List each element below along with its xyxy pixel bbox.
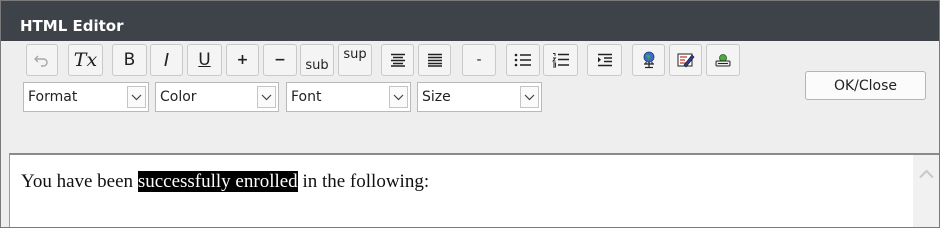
scroll-up-icon[interactable] xyxy=(919,169,934,179)
numbered-list-icon xyxy=(551,53,569,68)
horizontal-rule-button[interactable]: - xyxy=(462,44,496,76)
chevron-down-icon xyxy=(127,86,146,108)
dialog-title: HTML Editor xyxy=(20,17,124,35)
remove-link-button[interactable] xyxy=(706,44,740,76)
font-select[interactable]: Font xyxy=(286,82,411,112)
edit-link-button[interactable] xyxy=(669,44,702,76)
size-select-value: Size xyxy=(422,89,451,105)
bullet-list-button[interactable] xyxy=(506,44,540,76)
justify-button[interactable] xyxy=(418,44,451,76)
bold-button[interactable]: B xyxy=(112,44,147,76)
subscript-button[interactable]: sub xyxy=(300,44,334,76)
clear-format-button[interactable]: Tx xyxy=(68,44,103,76)
indent-button[interactable] xyxy=(587,44,622,76)
align-left-icon xyxy=(390,53,405,67)
title-bar: HTML Editor xyxy=(1,1,939,41)
globe-link-icon xyxy=(643,51,654,69)
selected-text: successfully enrolled xyxy=(137,171,298,192)
format-select[interactable]: Format xyxy=(23,82,149,112)
unlink-icon xyxy=(715,54,731,67)
format-select-value: Format xyxy=(28,89,78,105)
align-left-button[interactable] xyxy=(381,44,414,76)
content-text-after: in the following: xyxy=(297,171,430,192)
decrease-button[interactable]: − xyxy=(263,44,297,76)
justify-icon xyxy=(427,53,442,67)
undo-icon xyxy=(34,55,48,67)
chevron-down-icon xyxy=(257,86,276,108)
color-select-value: Color xyxy=(160,89,197,105)
editor-toolbar: Tx B I U + − sub sup - OK/Close Format C… xyxy=(1,41,939,153)
editor-content-area[interactable]: You have been successfully enrolled in t… xyxy=(9,153,939,227)
ok-close-button[interactable]: OK/Close xyxy=(805,71,926,100)
content-paragraph: You have been successfully enrolled in t… xyxy=(21,171,429,193)
indent-icon xyxy=(597,53,612,67)
bullet-list-icon xyxy=(514,53,531,67)
vertical-scrollbar[interactable] xyxy=(913,155,939,227)
italic-button[interactable]: I xyxy=(150,44,183,76)
insert-link-button[interactable] xyxy=(632,44,665,76)
html-editor-dialog: HTML Editor Tx B I U + − sub sup - OK/Cl… xyxy=(0,0,940,228)
numbered-list-button[interactable] xyxy=(543,44,578,76)
font-select-value: Font xyxy=(291,89,322,105)
edit-link-icon xyxy=(677,53,694,68)
underline-button[interactable]: U xyxy=(187,44,222,76)
color-select[interactable]: Color xyxy=(155,82,279,112)
undo-button[interactable] xyxy=(26,44,58,76)
chevron-down-icon xyxy=(389,86,408,108)
content-text-before: You have been xyxy=(21,171,138,192)
superscript-button[interactable]: sup xyxy=(338,44,372,76)
increase-button[interactable]: + xyxy=(226,44,259,76)
chevron-down-icon xyxy=(520,86,539,108)
size-select[interactable]: Size xyxy=(417,82,542,112)
